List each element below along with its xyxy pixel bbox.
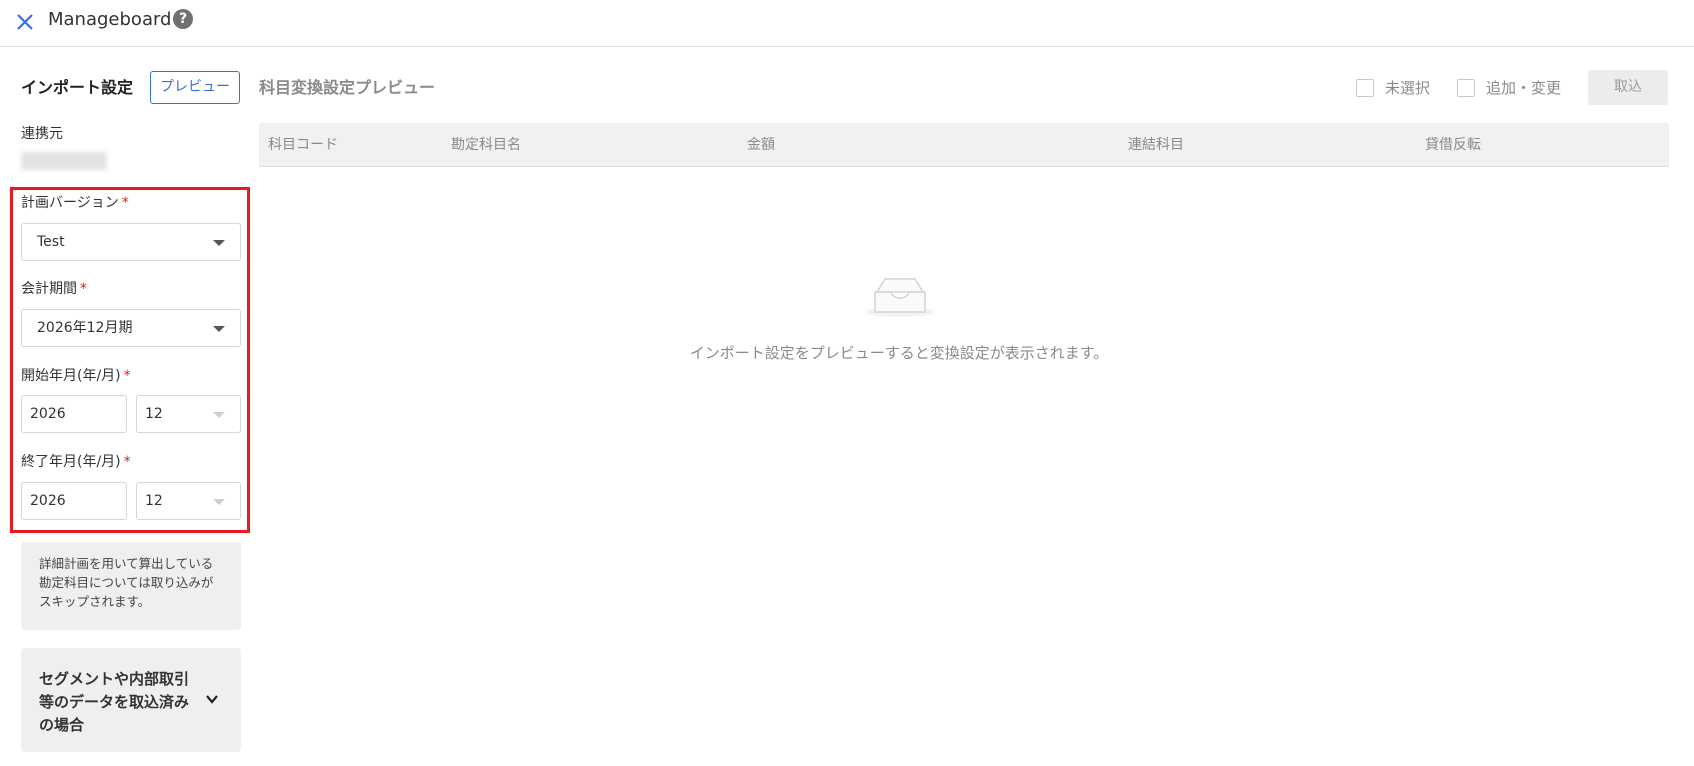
column-header: 連結科目 — [1128, 137, 1184, 153]
column-header: 貸借反転 — [1425, 137, 1481, 153]
plan-version-label: 計画バージョン * — [21, 195, 129, 211]
table-header: 科目コード 勘定科目名 金額 連結科目 貸借反転 — [259, 123, 1669, 167]
column-header: 金額 — [747, 137, 775, 153]
source-value-blurred — [21, 152, 107, 170]
end-month-value: 12 — [145, 493, 163, 509]
close-icon[interactable] — [14, 10, 36, 32]
top-bar: Manageboard ? — [0, 0, 1694, 47]
import-settings-heading: インポート設定 — [21, 78, 134, 97]
empty-inbox-icon — [866, 278, 934, 317]
caret-down-icon — [213, 326, 225, 332]
caret-down-icon — [213, 499, 225, 505]
accordion-label: セグメントや内部取引等のデータを取込済みの場合 — [39, 670, 190, 734]
column-header: 勘定科目名 — [451, 137, 521, 153]
preview-heading: 科目変換設定プレビュー — [259, 78, 436, 97]
empty-message: インポート設定をプレビューすると変換設定が表示されます。 — [689, 344, 1109, 362]
fiscal-period-value: 2026年12月期 — [37, 320, 133, 336]
import-button[interactable]: 取込 — [1588, 70, 1668, 105]
end-ym-label: 終了年月(年/月) * — [21, 454, 131, 470]
start-month-value: 12 — [145, 406, 163, 422]
start-year-input[interactable]: 2026 — [21, 395, 127, 433]
chevron-down-icon — [206, 695, 218, 704]
help-icon[interactable]: ? — [173, 9, 193, 29]
required-mark: * — [121, 195, 129, 211]
unselected-label: 未選択 — [1385, 79, 1431, 97]
end-month-select[interactable]: 12 — [136, 482, 241, 520]
required-mark: * — [123, 368, 131, 384]
plan-version-select[interactable]: Test — [21, 223, 241, 261]
start-ym-label: 開始年月(年/月) * — [21, 368, 131, 384]
fiscal-period-label: 会計期間 * — [21, 281, 87, 297]
caret-down-icon — [213, 240, 225, 246]
preview-button[interactable]: プレビュー — [150, 71, 240, 104]
caret-down-icon — [213, 412, 225, 418]
unselected-checkbox[interactable] — [1356, 79, 1374, 97]
required-mark: * — [80, 281, 87, 297]
required-mark: * — [123, 454, 131, 470]
plan-version-value: Test — [37, 234, 65, 250]
info-note: 詳細計画を用いて算出している勘定科目については取り込みがスキップされます。 — [21, 542, 241, 630]
column-header: 科目コード — [268, 137, 338, 153]
source-label: 連携元 — [21, 126, 63, 142]
add-change-label: 追加・変更 — [1486, 79, 1562, 97]
fiscal-period-select[interactable]: 2026年12月期 — [21, 309, 241, 347]
start-month-select[interactable]: 12 — [136, 395, 241, 433]
end-year-input[interactable]: 2026 — [21, 482, 127, 520]
segment-accordion[interactable]: セグメントや内部取引等のデータを取込済みの場合 — [21, 648, 241, 752]
app-title: Manageboard — [48, 9, 172, 30]
add-change-checkbox[interactable] — [1457, 79, 1475, 97]
